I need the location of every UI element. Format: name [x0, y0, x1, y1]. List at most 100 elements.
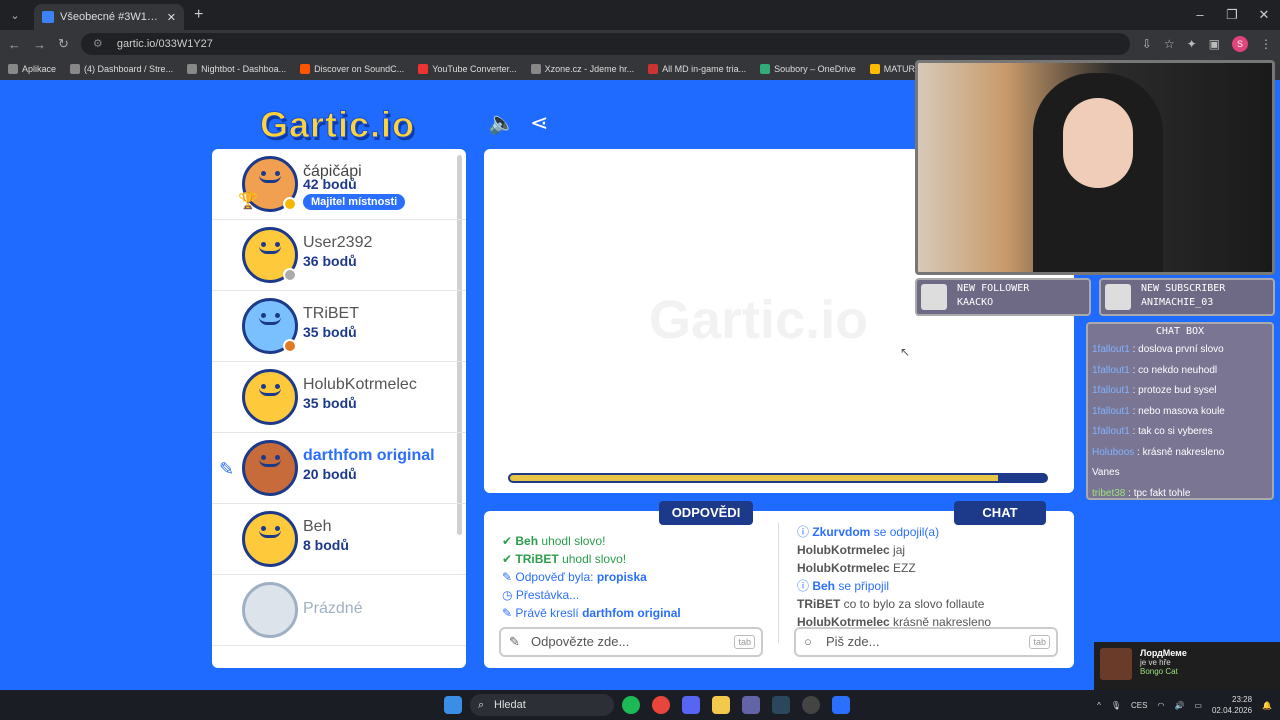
toast-status: je ve hře	[1140, 658, 1171, 667]
answers-chat-panel: ODPOVĚDI CHAT ✔ Beh uhodl slovo! ✔ TRiBE…	[484, 501, 1074, 668]
chat-line: ⓘ Zkurvdom se odpojil(a)	[797, 525, 940, 539]
folder-icon[interactable]	[712, 696, 730, 714]
tab-list-icon[interactable]: ⌄	[0, 9, 30, 22]
toast-game: Bongo Cat	[1140, 667, 1178, 676]
tab-title: Všeobecné #3W1Y27 (Čeština)	[60, 11, 161, 23]
avatar	[242, 440, 298, 496]
chrome-icon[interactable]	[652, 696, 670, 714]
stream-chat-line: Vanes	[1092, 467, 1120, 478]
stream-chat-line: 1fallout1 : protoze bud sysel	[1092, 385, 1217, 396]
close-tab-icon[interactable]: ✕	[167, 11, 176, 24]
steam-icon[interactable]	[772, 696, 790, 714]
install-icon[interactable]: ⇩	[1142, 37, 1152, 51]
language-indicator[interactable]: CES	[1131, 701, 1147, 710]
gartic-logo: Gartic.io	[259, 104, 416, 146]
volume-icon[interactable]: 🔊	[1174, 701, 1184, 710]
bookmark-item[interactable]: Discover on SoundC...	[300, 64, 404, 74]
notification-icon[interactable]: 🔔	[1262, 701, 1272, 710]
webcam-overlay	[915, 60, 1275, 275]
bookmark-item[interactable]: Aplikace	[8, 64, 56, 74]
player-row[interactable]: TRiBET 35 bodů	[212, 291, 466, 362]
battery-icon[interactable]: ▭	[1194, 701, 1202, 710]
bookmark-item[interactable]: YouTube Converter...	[418, 64, 517, 74]
stream-chat-line: tribet38 : tpc fakt tohle	[1092, 487, 1191, 499]
forward-icon[interactable]: →	[33, 37, 46, 52]
tray-chevron-icon[interactable]: ^	[1097, 701, 1101, 710]
new-follower-alert: NEW FOLLOWER KAACKO	[915, 278, 1091, 316]
avatar	[242, 511, 298, 567]
discord-icon[interactable]	[682, 696, 700, 714]
timer-fill	[510, 475, 998, 481]
profile-avatar[interactable]: S	[1232, 36, 1248, 52]
chatbox-title: CHAT BOX	[1155, 326, 1205, 337]
player-score: 35 bodů	[303, 395, 357, 411]
extension-icon[interactable]: ✦	[1187, 37, 1197, 51]
streamer-face	[1063, 98, 1133, 188]
search-icon: ○	[804, 634, 812, 649]
status-dot	[283, 339, 297, 353]
browser-tab[interactable]: Všeobecné #3W1Y27 (Čeština) ✕	[34, 4, 184, 30]
obs-icon[interactable]	[802, 696, 820, 714]
close-window-icon[interactable]: ✕	[1248, 0, 1280, 30]
stream-chat-line: 1fallout1 : tak co si vyberes	[1092, 426, 1213, 437]
reload-icon[interactable]: ↻	[58, 36, 69, 52]
bookmark-item[interactable]: All MD in-game tria...	[648, 64, 746, 74]
player-score: 36 bodů	[303, 253, 357, 269]
player-score: 20 bodů	[303, 466, 357, 482]
answer-input[interactable]: ✎ Odpovězte zde... tab	[499, 627, 763, 657]
player-name: Beh	[303, 518, 332, 535]
spotify-icon[interactable]	[622, 696, 640, 714]
answer-line: ◷ Přestávka...	[502, 588, 580, 602]
drawing-pencil-icon: ✎	[219, 459, 235, 479]
clock[interactable]: 23:28 02.04.2026	[1212, 694, 1252, 716]
toast-name: ЛордМеме	[1140, 648, 1187, 658]
answer-placeholder: Odpovězte zde...	[531, 634, 630, 649]
player-name: HolubKotrmelec	[303, 376, 417, 393]
answer-line: ✎ Právě kreslí darthfom original	[502, 606, 681, 620]
chat-line: HolubKotrmelec jaj	[797, 543, 906, 557]
stream-chat-line: 1fallout1 : doslova první slovo	[1092, 344, 1224, 355]
tab-key-hint: tab	[734, 635, 755, 649]
chat-input[interactable]: ○ Piš zde... tab	[794, 627, 1058, 657]
chat-line: TRiBET co to bylo za slovo follaute	[797, 597, 985, 611]
windows-taskbar: Hledat ^ 🎙 CES ◠ 🔊 ▭ 23:2802.04.2026 🔔	[0, 690, 1280, 720]
player-score: 35 bodů	[303, 324, 357, 340]
taskbar-search[interactable]: Hledat	[470, 694, 614, 716]
player-row[interactable]: 🏆 čápičápi 42 bodů Majitel místnosti	[212, 149, 466, 220]
sound-icon[interactable]: 🔈	[488, 110, 515, 136]
puzzle-icon[interactable]: ▣	[1209, 37, 1220, 51]
teams-icon[interactable]	[742, 696, 760, 714]
stream-chat-box: CHAT BOX 1fallout1 : doslova první slovo…	[1086, 322, 1274, 500]
new-tab-icon[interactable]: +	[194, 6, 203, 24]
player-row[interactable]: ✎ darthfom original 20 bodů	[212, 433, 466, 504]
canvas-watermark: Gartic.io	[649, 290, 869, 350]
menu-icon[interactable]: ⋮	[1260, 37, 1272, 51]
player-row[interactable]: User2392 36 bodů	[212, 220, 466, 291]
address-bar-row: ← → ↻ gartic.io/033W1Y27 ⇩ ☆ ✦ ▣ S ⋮	[0, 30, 1280, 58]
bookmark-star-icon[interactable]: ☆	[1164, 37, 1175, 51]
avatar	[242, 369, 298, 425]
bookmark-item[interactable]: Xzone.cz - Jdeme hr...	[530, 64, 634, 74]
bookmark-item[interactable]: Nightbot - Dashboa...	[187, 64, 286, 74]
url-field[interactable]: gartic.io/033W1Y27	[80, 33, 1130, 55]
answer-line: ✎ Odpověď byla: propiska	[502, 570, 647, 584]
back-icon[interactable]: ←	[8, 37, 21, 52]
mic-icon[interactable]: 🎙	[1111, 701, 1121, 710]
steam-notification[interactable]: ЛордМеме je ve hře Bongo Cat	[1094, 642, 1280, 690]
player-row[interactable]: HolubKotrmelec 35 bodů	[212, 362, 466, 433]
chat-line: ⓘ Beh se připojil	[797, 579, 890, 593]
share-icon[interactable]: ⋖	[530, 110, 548, 136]
maximize-icon[interactable]: ❐	[1216, 0, 1248, 30]
wifi-icon[interactable]: ◠	[1157, 701, 1164, 710]
system-tray: ^ 🎙 CES ◠ 🔊 ▭ 23:28 02.04.2026 🔔	[1097, 694, 1272, 716]
stream-chat-line: 1fallout1 : co nekdo neuhodl	[1092, 364, 1218, 376]
player-row[interactable]: Beh 8 bodů	[212, 504, 466, 575]
bookmark-item[interactable]: (4) Dashboard / Stre...	[70, 64, 173, 74]
start-icon[interactable]	[444, 696, 462, 714]
app-icon[interactable]	[832, 696, 850, 714]
bookmark-item[interactable]: Soubory – OneDrive	[760, 64, 856, 74]
player-score: 42 bodů	[303, 176, 357, 192]
chat-log: ⓘ Zkurvdom se odpojil(a) HolubKotrmelec …	[797, 523, 1057, 631]
answer-line: ✔ Beh uhodl slovo!	[502, 534, 606, 548]
minimize-icon[interactable]: –	[1184, 0, 1216, 30]
